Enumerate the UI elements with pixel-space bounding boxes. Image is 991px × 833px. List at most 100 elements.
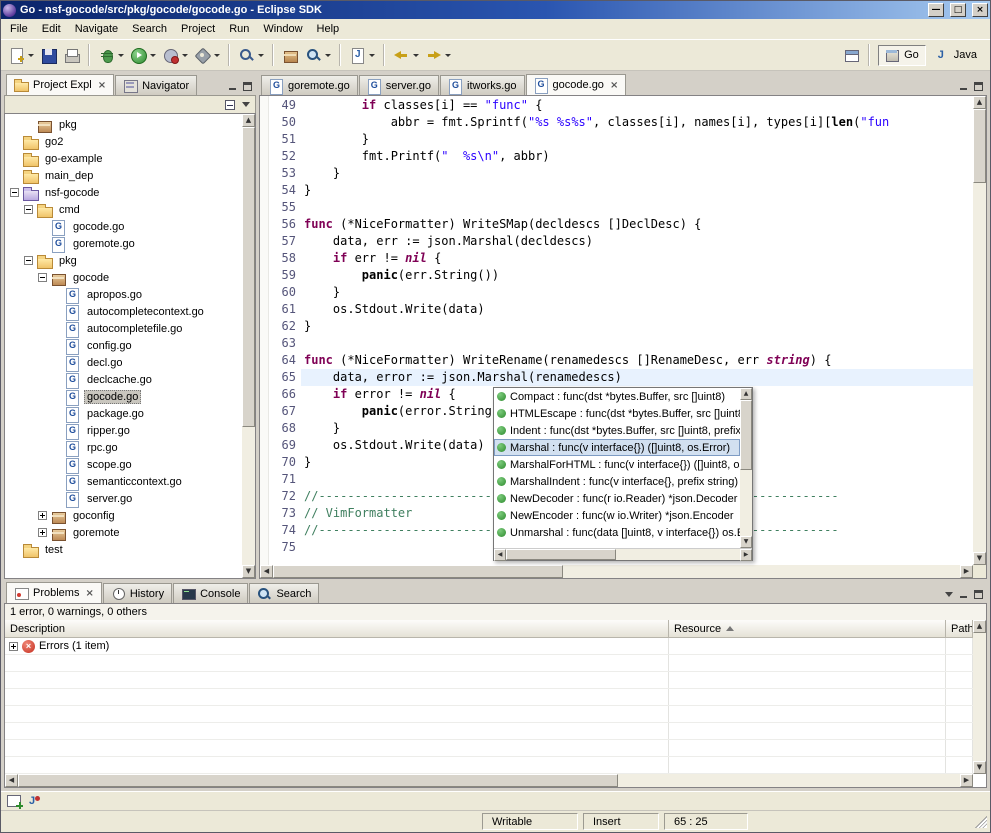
code-line[interactable]: }: [301, 318, 973, 335]
dropdown-arrow-icon[interactable]: [445, 54, 451, 57]
jar-button[interactable]: [279, 43, 302, 67]
completion-item[interactable]: Unmarshal : func(data []uint8, v interfa…: [494, 524, 740, 541]
run-button[interactable]: [127, 43, 159, 67]
column-header-path[interactable]: Path: [946, 620, 973, 638]
code-line[interactable]: }: [301, 182, 973, 199]
dropdown-arrow-icon[interactable]: [413, 54, 419, 57]
scroll-left-icon[interactable]: ◀: [260, 565, 273, 578]
search-button[interactable]: [302, 43, 334, 67]
tree-item-autocompletecontext-go[interactable]: autocompletecontext.go: [5, 303, 242, 320]
tree-item-main-dep[interactable]: main_dep: [5, 167, 242, 184]
new-java-button[interactable]: [346, 43, 378, 67]
java-status-icon[interactable]: [27, 795, 40, 808]
collapse-icon[interactable]: [38, 273, 47, 282]
back-button[interactable]: [390, 43, 422, 67]
tab-project-expl[interactable]: Project Expl×: [6, 74, 114, 95]
menu-edit[interactable]: Edit: [35, 20, 68, 38]
completion-item[interactable]: MarshalForHTML : func(v interface{}) ([]…: [494, 456, 740, 473]
editor-tab-goremote-go[interactable]: goremote.go: [261, 75, 358, 95]
minimize-view-icon[interactable]: [228, 82, 237, 91]
scroll-down-icon[interactable]: ▼: [973, 552, 986, 565]
table-row[interactable]: [5, 672, 973, 689]
tree-item-autocompletefile-go[interactable]: autocompletefile.go: [5, 320, 242, 337]
scroll-up-icon[interactable]: ▲: [973, 96, 986, 109]
tree-item-config-go[interactable]: config.go: [5, 337, 242, 354]
table-row[interactable]: [5, 689, 973, 706]
expand-icon[interactable]: [9, 642, 18, 651]
scrollbar-thumb[interactable]: [18, 774, 618, 787]
code-line[interactable]: [301, 335, 973, 352]
dropdown-arrow-icon[interactable]: [150, 54, 156, 57]
tree-item-pkg[interactable]: pkg: [5, 252, 242, 269]
debug-button[interactable]: [95, 43, 127, 67]
dropdown-arrow-icon[interactable]: [325, 54, 331, 57]
perspective-java[interactable]: Java: [928, 45, 984, 66]
tree-item-apropos-go[interactable]: apropos.go: [5, 286, 242, 303]
table-row[interactable]: [5, 723, 973, 740]
external-tools-button[interactable]: [191, 43, 223, 67]
expand-icon[interactable]: [38, 511, 47, 520]
scroll-left-icon[interactable]: ◀: [5, 774, 18, 787]
minimize-button[interactable]: —: [928, 3, 944, 17]
scrollbar-thumb[interactable]: [740, 400, 752, 470]
close-button[interactable]: ×: [972, 3, 988, 17]
table-row[interactable]: [5, 757, 973, 774]
table-row[interactable]: ×Errors (1 item): [5, 638, 973, 655]
code-line[interactable]: abbr = fmt.Sprintf("%s %s%s", classes[i]…: [301, 114, 973, 131]
open-perspective-icon[interactable]: [845, 49, 860, 62]
menu-window[interactable]: Window: [256, 20, 309, 38]
print-button[interactable]: [60, 43, 83, 67]
editor-tab-server-go[interactable]: server.go: [359, 75, 439, 95]
tree-item-go-example[interactable]: go-example: [5, 150, 242, 167]
completion-item[interactable]: Indent : func(dst *bytes.Buffer, src []u…: [494, 422, 740, 439]
editor-tab-gocode-go[interactable]: gocode.go×: [526, 74, 627, 95]
menu-run[interactable]: Run: [222, 20, 256, 38]
table-row[interactable]: [5, 706, 973, 723]
editor-vertical-scrollbar[interactable]: ▲ ▼: [973, 96, 986, 565]
code-line[interactable]: data, error := json.Marshal(renamedescs): [301, 369, 973, 386]
problems-horizontal-scrollbar[interactable]: ◀ ▶: [5, 774, 973, 787]
scroll-up-icon[interactable]: ▲: [973, 620, 986, 633]
table-row[interactable]: [5, 740, 973, 757]
collapse-icon[interactable]: [10, 188, 19, 197]
menu-project[interactable]: Project: [174, 20, 222, 38]
tab-problems[interactable]: Problems×: [6, 582, 102, 603]
minimize-view-icon[interactable]: [959, 590, 968, 599]
maximize-editor-icon[interactable]: [974, 82, 983, 91]
code-line[interactable]: }: [301, 165, 973, 182]
completion-item[interactable]: NewDecoder : func(r io.Reader) *json.Dec…: [494, 490, 740, 507]
minimize-editor-icon[interactable]: [959, 82, 968, 91]
tab-console[interactable]: Console: [173, 583, 248, 603]
tree-item-gocode-go[interactable]: gocode.go: [5, 218, 242, 235]
editor-tab-itworks-go[interactable]: itworks.go: [440, 75, 525, 95]
close-icon[interactable]: ×: [85, 588, 93, 599]
close-icon[interactable]: ×: [98, 80, 106, 91]
tree-item-gocode-go[interactable]: gocode.go: [5, 388, 242, 405]
column-header-description[interactable]: Description: [5, 620, 669, 638]
resize-grip-icon[interactable]: [975, 816, 987, 828]
code-line[interactable]: func (*NiceFormatter) WriteSMap(decldesc…: [301, 216, 973, 233]
scroll-down-icon[interactable]: ▼: [242, 565, 255, 578]
dropdown-arrow-icon[interactable]: [118, 54, 124, 57]
menu-navigate[interactable]: Navigate: [68, 20, 125, 38]
forward-button[interactable]: [422, 43, 454, 67]
tree-item-test[interactable]: test: [5, 541, 242, 558]
dropdown-arrow-icon[interactable]: [258, 54, 264, 57]
tab-history[interactable]: History: [103, 583, 172, 603]
scroll-right-icon[interactable]: ▶: [960, 565, 973, 578]
tree-item-nsf-gocode[interactable]: nsf-gocode: [5, 184, 242, 201]
dropdown-arrow-icon[interactable]: [369, 54, 375, 57]
code-line[interactable]: os.Stdout.Write(data): [301, 301, 973, 318]
dropdown-arrow-icon[interactable]: [182, 54, 188, 57]
tree-item-declcache-go[interactable]: declcache.go: [5, 371, 242, 388]
scrollbar-thumb[interactable]: [973, 109, 986, 183]
scroll-down-icon[interactable]: ▼: [973, 761, 986, 774]
scrollbar-thumb[interactable]: [506, 549, 616, 560]
completion-item[interactable]: NewEncoder : func(w io.Writer) *json.Enc…: [494, 507, 740, 524]
profile-button[interactable]: [159, 43, 191, 67]
problems-vertical-scrollbar[interactable]: ▲ ▼: [973, 620, 986, 774]
menu-file[interactable]: File: [3, 20, 35, 38]
view-menu-icon[interactable]: [945, 592, 953, 597]
collapse-all-icon[interactable]: [225, 100, 235, 110]
scroll-right-icon[interactable]: ▶: [740, 549, 752, 561]
